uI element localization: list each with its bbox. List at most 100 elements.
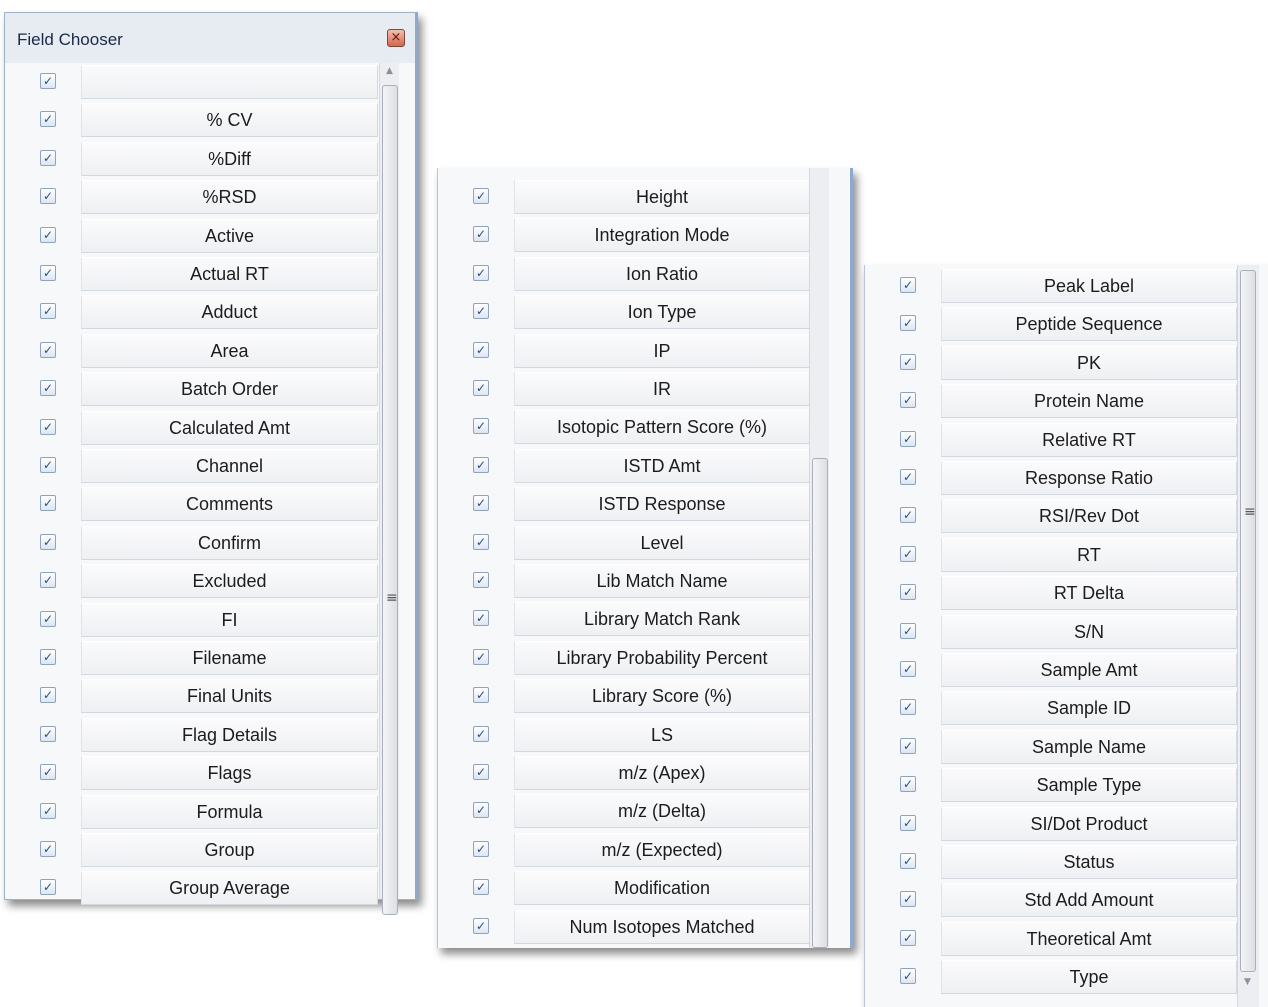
field-checkbox[interactable]: ✓ bbox=[900, 968, 916, 985]
field-row[interactable]: ✓ PK bbox=[865, 344, 1241, 382]
field-label[interactable]: Calculated Amt bbox=[81, 410, 378, 445]
field-row[interactable]: ✓ Peak Label bbox=[865, 267, 1241, 305]
field-row[interactable]: ✓ S/N bbox=[865, 613, 1241, 651]
field-row[interactable]: ✓ Flag Details bbox=[5, 716, 382, 754]
field-label[interactable]: Std Add Amount bbox=[941, 883, 1237, 918]
field-checkbox[interactable]: ✓ bbox=[900, 584, 916, 601]
field-checkbox[interactable]: ✓ bbox=[40, 149, 56, 166]
field-label[interactable]: ISTD Response bbox=[514, 487, 810, 522]
field-row[interactable]: ✓ Actual RT bbox=[5, 255, 382, 293]
field-label[interactable]: Status bbox=[941, 845, 1237, 879]
field-checkbox[interactable]: ✓ bbox=[473, 226, 489, 243]
field-label[interactable]: SI/Dot Product bbox=[941, 806, 1237, 841]
field-checkbox[interactable]: ✓ bbox=[900, 315, 916, 332]
field-checkbox[interactable]: ✓ bbox=[40, 802, 56, 819]
field-label[interactable]: Batch Order bbox=[81, 372, 378, 407]
field-row[interactable]: ✓ Modification bbox=[438, 869, 814, 907]
field-checkbox[interactable]: ✓ bbox=[473, 879, 489, 896]
field-checkbox[interactable]: ✓ bbox=[473, 610, 489, 627]
field-checkbox[interactable]: ✓ bbox=[900, 737, 916, 754]
field-row[interactable]: ✓ Sample Amt bbox=[865, 651, 1241, 689]
field-label[interactable]: Relative RT bbox=[941, 422, 1237, 457]
scrollbar-thumb[interactable]: ≡ bbox=[382, 85, 398, 915]
field-label[interactable]: Peak Label bbox=[941, 269, 1237, 303]
field-row[interactable]: ✓ %Diff bbox=[5, 140, 382, 178]
field-row[interactable]: ✓ Formula bbox=[5, 793, 382, 831]
field-label[interactable]: Actual RT bbox=[81, 257, 378, 291]
field-label[interactable]: Height bbox=[514, 180, 810, 214]
field-label[interactable]: Lib Match Name bbox=[514, 564, 810, 598]
field-label[interactable]: PK bbox=[941, 345, 1237, 380]
field-checkbox[interactable]: ✓ bbox=[900, 353, 916, 370]
field-row[interactable]: ✓ Type bbox=[865, 958, 1241, 996]
field-row[interactable]: ✓ Filename bbox=[5, 639, 382, 677]
field-row[interactable]: ✓ Final Units bbox=[5, 677, 382, 715]
field-row[interactable]: ✓ Response Ratio bbox=[865, 459, 1241, 497]
field-checkbox[interactable]: ✓ bbox=[40, 572, 56, 589]
field-checkbox[interactable]: ✓ bbox=[900, 507, 916, 524]
field-checkbox[interactable]: ✓ bbox=[900, 853, 916, 869]
field-checkbox[interactable]: ✓ bbox=[40, 649, 56, 665]
field-checkbox[interactable]: ✓ bbox=[473, 917, 489, 934]
field-checkbox[interactable]: ✓ bbox=[900, 699, 916, 716]
field-row[interactable]: ✓ Group bbox=[5, 831, 382, 869]
field-label[interactable]: RSI/Rev Dot bbox=[941, 499, 1237, 534]
field-label[interactable]: % CV bbox=[81, 103, 378, 138]
field-label[interactable]: m/z (Apex) bbox=[514, 756, 810, 790]
field-checkbox[interactable]: ✓ bbox=[40, 265, 56, 281]
field-row[interactable]: ✓ Library Probability Percent bbox=[438, 639, 814, 677]
field-label[interactable]: m/z (Delta) bbox=[514, 794, 810, 829]
field-checkbox[interactable]: ✓ bbox=[900, 277, 916, 293]
field-row[interactable]: ✓ Isotopic Pattern Score (%) bbox=[438, 408, 814, 446]
field-checkbox[interactable]: ✓ bbox=[473, 802, 489, 819]
field-checkbox[interactable]: ✓ bbox=[473, 303, 489, 320]
field-row[interactable]: ✓ Excluded bbox=[5, 562, 382, 600]
field-checkbox[interactable]: ✓ bbox=[473, 456, 489, 473]
field-label[interactable]: Comments bbox=[81, 487, 378, 522]
field-row[interactable]: ✓ Group Average bbox=[5, 869, 382, 907]
field-row[interactable]: ✓ Integration Mode bbox=[438, 216, 814, 254]
field-label[interactable]: Filename bbox=[81, 641, 378, 675]
scroll-up-icon[interactable]: ▲ bbox=[380, 66, 399, 76]
field-checkbox[interactable]: ✓ bbox=[900, 929, 916, 946]
field-row[interactable]: ✓ Ion Type bbox=[438, 293, 814, 331]
field-label[interactable]: Modification bbox=[514, 871, 810, 906]
field-checkbox[interactable]: ✓ bbox=[900, 430, 916, 447]
field-checkbox[interactable]: ✓ bbox=[40, 73, 56, 89]
field-row[interactable]: ✓ m/z (Expected) bbox=[438, 831, 814, 869]
field-checkbox[interactable]: ✓ bbox=[40, 226, 56, 243]
field-checkbox[interactable]: ✓ bbox=[900, 814, 916, 831]
field-label[interactable]: Library Match Rank bbox=[514, 602, 810, 637]
field-row[interactable]: ✓ Library Score (%) bbox=[438, 677, 814, 715]
field-label[interactable]: Group bbox=[81, 833, 378, 867]
field-label[interactable]: Sample ID bbox=[941, 691, 1237, 726]
field-checkbox[interactable]: ✓ bbox=[40, 725, 56, 742]
field-row[interactable]: ✓ ISTD Amt bbox=[438, 447, 814, 485]
field-checkbox[interactable]: ✓ bbox=[40, 687, 56, 704]
field-checkbox[interactable]: ✓ bbox=[40, 495, 56, 512]
field-label[interactable]: Type bbox=[941, 960, 1237, 995]
field-checkbox[interactable]: ✓ bbox=[40, 303, 56, 320]
field-label[interactable]: Library Score (%) bbox=[514, 679, 810, 714]
field-checkbox[interactable]: ✓ bbox=[473, 418, 489, 435]
field-label[interactable]: Num Isotopes Matched bbox=[514, 909, 810, 944]
field-checkbox[interactable]: ✓ bbox=[473, 648, 489, 665]
field-row[interactable]: ✓ m/z (Delta) bbox=[438, 792, 814, 830]
field-label[interactable]: Channel bbox=[81, 449, 378, 483]
field-row[interactable]: ✓ RT bbox=[865, 536, 1241, 574]
field-row[interactable]: ✓ ISTD Response bbox=[438, 485, 814, 523]
field-checkbox[interactable]: ✓ bbox=[900, 776, 916, 793]
field-checkbox[interactable]: ✓ bbox=[473, 188, 489, 204]
field-row[interactable]: ✓ Status bbox=[865, 843, 1241, 881]
field-label[interactable]: Flags bbox=[81, 756, 378, 791]
field-label[interactable]: Excluded bbox=[81, 564, 378, 599]
field-checkbox[interactable]: ✓ bbox=[473, 264, 489, 281]
field-checkbox[interactable]: ✓ bbox=[900, 622, 916, 639]
field-checkbox[interactable]: ✓ bbox=[473, 840, 489, 857]
field-checkbox[interactable]: ✓ bbox=[40, 418, 56, 435]
field-row[interactable]: ✓ IP bbox=[438, 332, 814, 370]
field-label[interactable]: %RSD bbox=[81, 180, 378, 215]
field-row[interactable]: ✓ % CV bbox=[5, 101, 382, 139]
field-label[interactable]: ISTD Amt bbox=[514, 448, 810, 483]
field-label[interactable]: Isotopic Pattern Score (%) bbox=[514, 410, 810, 445]
